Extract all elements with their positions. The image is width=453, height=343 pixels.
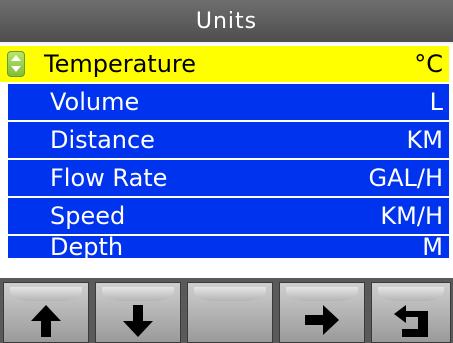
arrow-down-icon bbox=[123, 305, 153, 337]
down-button[interactable] bbox=[95, 282, 181, 343]
list-item-value: °C bbox=[414, 50, 443, 78]
list-item-label: Volume bbox=[50, 88, 140, 116]
back-return-icon bbox=[394, 305, 428, 337]
list-item-flow-rate[interactable]: Flow Rate GAL/H bbox=[8, 160, 449, 196]
units-list: Temperature °C Volume L Distance KM Flow… bbox=[0, 46, 453, 260]
page-title: Units bbox=[0, 0, 453, 44]
list-item-label: Distance bbox=[50, 126, 155, 154]
arrow-right-icon bbox=[305, 305, 339, 335]
back-button[interactable] bbox=[371, 282, 451, 343]
list-item-depth[interactable]: Depth M bbox=[8, 236, 449, 258]
list-item-label: Depth bbox=[50, 236, 124, 258]
list-item-value: M bbox=[422, 236, 443, 258]
up-button[interactable] bbox=[3, 282, 89, 343]
device-screen: Units Temperature °C Volume L Distance K… bbox=[0, 0, 453, 343]
list-item-value: KM/H bbox=[380, 202, 443, 230]
blank-softkey-button[interactable] bbox=[187, 282, 273, 343]
list-item-label: Flow Rate bbox=[50, 164, 168, 192]
list-item-label: Temperature bbox=[44, 50, 197, 78]
scroll-updown-icon bbox=[7, 51, 25, 77]
list-item-temperature[interactable]: Temperature °C bbox=[0, 46, 449, 82]
list-item-volume[interactable]: Volume L bbox=[8, 84, 449, 120]
list-item-value: GAL/H bbox=[368, 164, 443, 192]
list-item-distance[interactable]: Distance KM bbox=[8, 122, 449, 158]
enter-button[interactable] bbox=[279, 282, 365, 343]
list-item-value: KM bbox=[406, 126, 443, 154]
arrow-up-icon bbox=[31, 305, 61, 337]
list-item-value: L bbox=[429, 88, 443, 116]
list-item-label: Speed bbox=[50, 202, 126, 230]
list-item-speed[interactable]: Speed KM/H bbox=[8, 198, 449, 234]
softkey-bar bbox=[0, 278, 453, 343]
